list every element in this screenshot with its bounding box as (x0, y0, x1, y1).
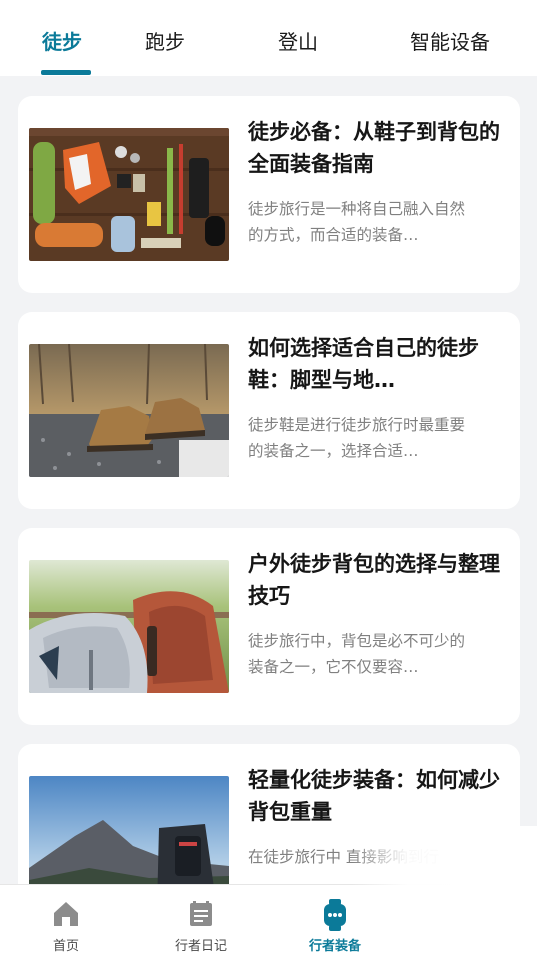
active-tab-indicator (41, 70, 91, 75)
tab-running[interactable]: 跑步 (145, 26, 185, 58)
nav-item-home[interactable]: 首页 (11, 885, 121, 960)
article-card[interactable]: 徒步必备：从鞋子到背包的全面装备指南 徒步旅行是一种将自己融入自然的方式，而合适… (18, 96, 520, 293)
bottom-nav: 首页 行者日记 行者装备 (0, 884, 537, 960)
article-card[interactable]: 户外徒步背包的选择与整理技巧 徒步旅行中，背包是必不可少的装备之一，它不仅要容… (18, 528, 520, 725)
nav-label: 首页 (52, 939, 79, 954)
article-description: 徒步旅行是一种将自己融入自然的方式，而合适的装备… (248, 200, 466, 244)
tab-mountaineering[interactable]: 登山 (278, 26, 318, 58)
article-description: 徒步鞋是进行徒步旅行时最重要的装备之一，选择合适… (248, 416, 466, 460)
article-thumbnail-mountain (29, 776, 229, 884)
article-description: 在徒步旅行中 直接影响到行 (248, 848, 439, 866)
top-tab-bar: 徒步 跑步 登山 智能设备 (0, 0, 537, 76)
smartwatch-icon (320, 899, 350, 935)
article-thumbnail-gear (29, 128, 229, 261)
nav-label: 行者装备 (308, 939, 361, 954)
tab-smart-devices[interactable]: 智能设备 (410, 26, 490, 58)
nav-item-gear[interactable]: 行者装备 (280, 885, 390, 960)
article-title[interactable]: 如何选择适合自己的徒步鞋：脚型与地… (248, 332, 508, 396)
article-title[interactable]: 轻量化徒步装备：如何减少背包重量 (248, 764, 508, 828)
article-thumbnail-boots (29, 344, 229, 477)
article-title[interactable]: 徒步必备：从鞋子到背包的全面装备指南 (248, 116, 508, 180)
article-list[interactable]: 徒步必备：从鞋子到背包的全面装备指南 徒步旅行是一种将自己融入自然的方式，而合适… (0, 76, 537, 884)
article-card[interactable]: 如何选择适合自己的徒步鞋：脚型与地… 徒步鞋是进行徒步旅行时最重要的装备之一，选… (18, 312, 520, 509)
article-thumbnail-backpacks (29, 560, 229, 693)
article-card[interactable]: 轻量化徒步装备：如何减少背包重量 在徒步旅行中 直接影响到行 (18, 744, 520, 884)
tab-hiking[interactable]: 徒步 (42, 26, 82, 58)
nav-label: 行者日记 (174, 939, 227, 954)
diary-icon (186, 899, 216, 933)
nav-item-diary[interactable]: 行者日记 (146, 885, 256, 960)
home-icon (51, 899, 81, 933)
article-description: 徒步旅行中，背包是必不可少的装备之一，它不仅要容… (248, 632, 466, 676)
article-title[interactable]: 户外徒步背包的选择与整理技巧 (248, 548, 508, 612)
